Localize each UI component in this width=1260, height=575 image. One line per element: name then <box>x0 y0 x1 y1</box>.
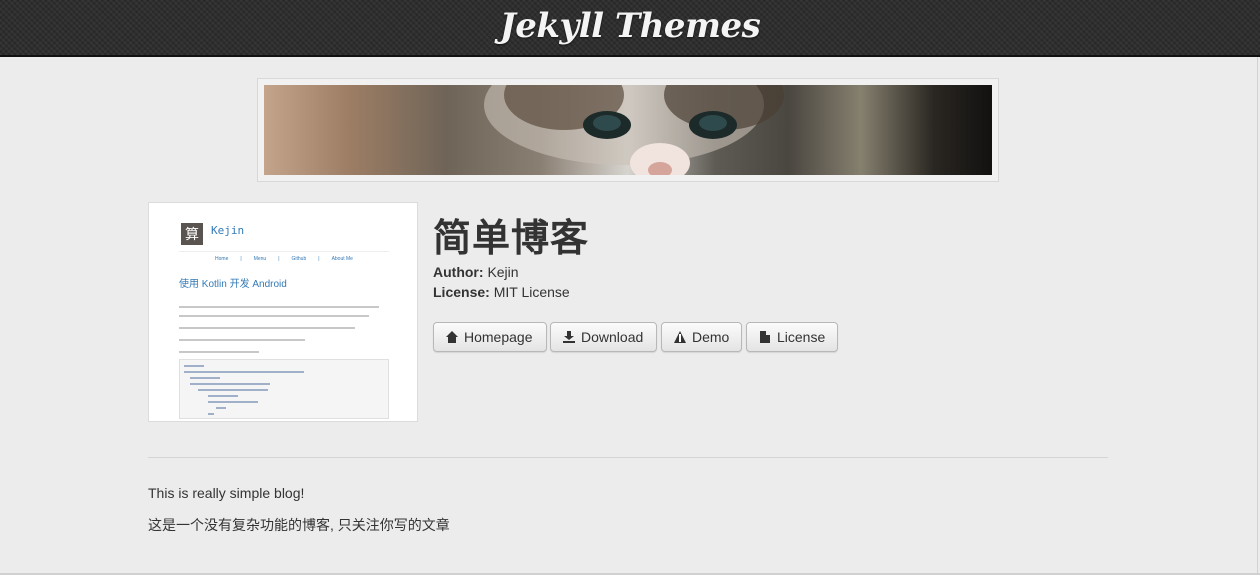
blog-text-line <box>179 315 369 317</box>
license-button[interactable]: License <box>746 322 838 352</box>
kitten-face-illustration <box>484 85 784 175</box>
theme-screenshot-thumbnail[interactable]: 算 Kejin Home | Menu | Github | About Me 使用 Kot… <box>148 202 418 422</box>
blog-text-line <box>179 327 355 329</box>
nav-sep: | <box>240 256 242 262</box>
description-line-1: This is really simple blog! <box>148 485 305 501</box>
blog-text-line <box>179 306 379 308</box>
top-navbar: Jekyll Themes <box>0 0 1260 57</box>
kitten-banner-image[interactable] <box>264 85 992 175</box>
blog-text-line <box>179 339 305 341</box>
download-button[interactable]: Download <box>550 322 657 352</box>
road-icon <box>674 331 686 343</box>
blog-code-block <box>179 359 389 419</box>
blog-nav: Home | Menu | Github | About Me <box>179 251 389 262</box>
blog-nav-about: About Me <box>331 256 353 262</box>
license-button-label: License <box>777 329 826 345</box>
blog-nav-github: Github <box>291 256 307 262</box>
page-edge-divider <box>1257 57 1258 575</box>
blog-text-line <box>179 351 259 353</box>
blog-name: Kejin <box>211 224 245 237</box>
homepage-button-label: Homepage <box>464 329 533 345</box>
blog-post-title: 使用 Kotlin 开发 Android <box>179 279 287 290</box>
blog-nav-home: Home <box>215 256 229 262</box>
nav-sep: | <box>278 256 280 262</box>
license-label: License: <box>433 284 490 300</box>
author-line: Author: Kejin <box>433 264 519 280</box>
license-line: License: MIT License <box>433 284 570 300</box>
description-line-2: 这是一个没有复杂功能的博客, 只关注你写的文章 <box>148 517 450 533</box>
nav-sep: | <box>318 256 320 262</box>
author-value: Kejin <box>487 264 519 280</box>
section-divider <box>148 457 1108 458</box>
theme-title: 简单博客 <box>433 216 590 260</box>
license-value: MIT License <box>493 284 570 300</box>
download-icon <box>563 331 575 343</box>
ad-banner-frame <box>257 78 999 182</box>
blog-nav-menu: Menu <box>253 256 267 262</box>
author-label: Author: <box>433 264 484 280</box>
homepage-button[interactable]: Homepage <box>433 322 547 352</box>
file-icon <box>759 331 771 343</box>
home-icon <box>446 331 458 343</box>
demo-button[interactable]: Demo <box>661 322 742 352</box>
download-button-label: Download <box>581 329 644 345</box>
demo-button-label: Demo <box>692 329 730 345</box>
blog-logo: 算 <box>181 223 203 245</box>
site-brand-logo[interactable]: Jekyll Themes <box>500 6 761 46</box>
